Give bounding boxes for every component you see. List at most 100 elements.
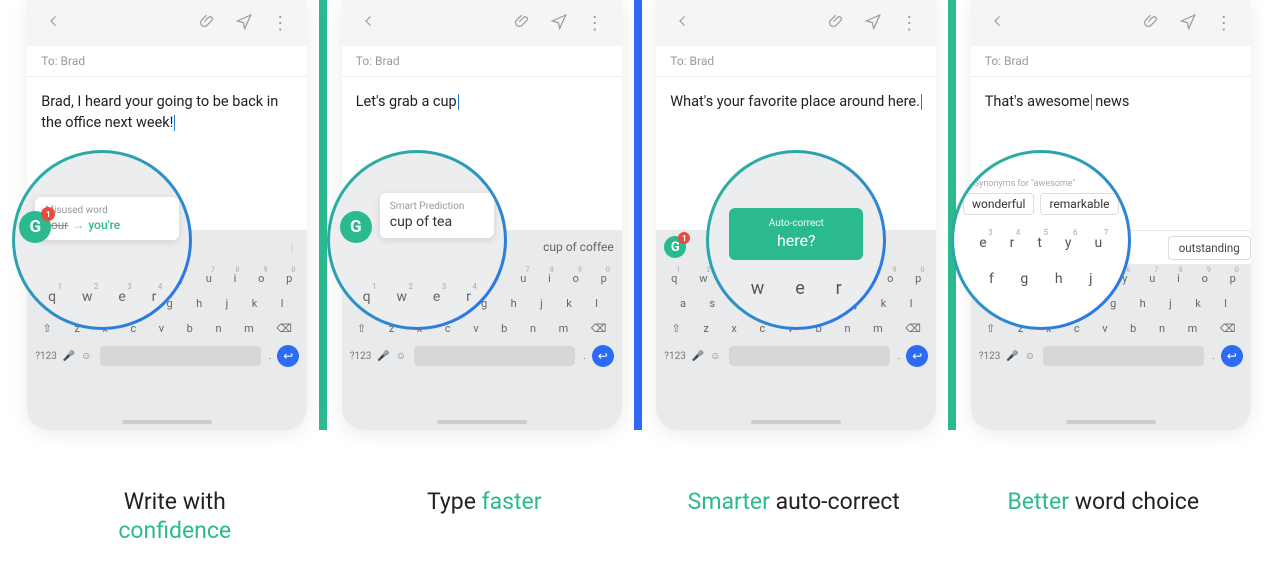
key-b[interactable]: b — [186, 320, 194, 337]
period-key[interactable]: . — [1212, 351, 1215, 362]
key-n[interactable]: n — [843, 320, 851, 337]
message-body[interactable]: Brad, I heard your going to be back in t… — [27, 77, 307, 147]
period-key[interactable]: . — [583, 351, 586, 362]
delete-key[interactable]: ⌫ — [590, 320, 608, 337]
to-field[interactable]: To: Brad — [971, 46, 1251, 77]
key-m[interactable]: m — [1187, 320, 1199, 337]
key-v[interactable]: v — [1101, 320, 1108, 337]
attach-icon[interactable] — [1139, 8, 1165, 39]
key-m[interactable]: m — [243, 320, 255, 337]
key-j[interactable]: j — [1168, 295, 1173, 312]
more-icon[interactable]: ⋮ — [267, 9, 293, 38]
emoji-icon[interactable]: ☺ — [396, 351, 406, 362]
attach-icon[interactable] — [510, 8, 536, 39]
key-w[interactable]: w2 — [698, 270, 708, 287]
key-o[interactable]: o9 — [1201, 270, 1209, 287]
back-icon[interactable] — [985, 8, 1011, 39]
misused-word-card[interactable]: Misused word your → you're — [35, 197, 179, 240]
key-p[interactable]: p0 — [600, 270, 608, 287]
key-k[interactable]: k — [1194, 295, 1202, 312]
key-a[interactable]: a — [679, 295, 687, 312]
emoji-icon[interactable]: ☺ — [1025, 351, 1035, 362]
alt-key[interactable]: ?123 — [350, 351, 372, 362]
key-j[interactable]: j — [225, 295, 230, 312]
grammarly-logo-icon[interactable]: G 1 — [664, 236, 686, 258]
key-p[interactable]: p0 — [1229, 270, 1237, 287]
to-field[interactable]: To: Brad — [656, 46, 936, 77]
key-o[interactable]: o9 — [257, 270, 265, 287]
send-icon[interactable] — [231, 8, 257, 39]
mic-icon[interactable]: 🎤 — [377, 351, 389, 362]
spacebar[interactable] — [100, 346, 261, 366]
back-icon[interactable] — [41, 8, 67, 39]
mic-icon[interactable]: 🎤 — [1006, 351, 1018, 362]
key-b[interactable]: b — [500, 320, 508, 337]
key-j[interactable]: j — [539, 295, 544, 312]
period-key[interactable]: . — [898, 351, 901, 362]
emoji-icon[interactable]: ☺ — [710, 351, 720, 362]
spacebar[interactable] — [729, 346, 890, 366]
more-icon[interactable]: ⋮ — [896, 9, 922, 38]
key-b[interactable]: b — [1129, 320, 1137, 337]
key-k[interactable]: k — [880, 295, 888, 312]
key-l[interactable]: l — [909, 295, 914, 312]
key-n[interactable]: n — [529, 320, 537, 337]
delete-key[interactable]: ⌫ — [904, 320, 922, 337]
period-key[interactable]: . — [269, 351, 272, 362]
key-g[interactable]: g — [1109, 295, 1117, 312]
grammarly-logo-icon[interactable]: G — [340, 211, 372, 243]
key-o[interactable]: o9 — [572, 270, 580, 287]
message-body[interactable]: What's your favorite place around here. — [656, 77, 936, 126]
mic-icon[interactable]: 🎤 — [692, 351, 704, 362]
attach-icon[interactable] — [824, 8, 850, 39]
key-p[interactable]: p0 — [914, 270, 922, 287]
alt-key[interactable]: ?123 — [664, 351, 686, 362]
key-v[interactable]: v — [158, 320, 165, 337]
key-x[interactable]: x — [730, 320, 737, 337]
key-i[interactable]: i8 — [233, 270, 238, 287]
back-icon[interactable] — [356, 8, 382, 39]
key-i[interactable]: i8 — [1176, 270, 1181, 287]
key-k[interactable]: k — [251, 295, 259, 312]
smart-prediction-card[interactable]: Smart Prediction cup of tea — [380, 193, 494, 238]
more-icon[interactable]: ⋮ — [582, 9, 608, 38]
delete-key[interactable]: ⌫ — [1219, 320, 1237, 337]
key-v[interactable]: v — [472, 320, 479, 337]
enter-key[interactable]: ↩ — [906, 345, 928, 367]
key-l[interactable]: l — [1223, 295, 1228, 312]
key-n[interactable]: n — [214, 320, 222, 337]
key-s[interactable]: s — [708, 295, 716, 312]
synonym-chip[interactable]: remarkable — [1040, 193, 1118, 215]
key-h[interactable]: h — [510, 295, 518, 312]
message-body[interactable]: That's awesome news — [971, 77, 1251, 126]
suggestion-right[interactable]: cup of coffee — [543, 240, 614, 254]
key-h[interactable]: h — [195, 295, 203, 312]
send-icon[interactable] — [1175, 8, 1201, 39]
key-l[interactable]: l — [594, 295, 599, 312]
back-icon[interactable] — [670, 8, 696, 39]
key-p[interactable]: p0 — [285, 270, 293, 287]
message-body[interactable]: Let's grab a cup — [342, 77, 622, 126]
enter-key[interactable]: ↩ — [277, 345, 299, 367]
attach-icon[interactable] — [195, 8, 221, 39]
key-n[interactable]: n — [1158, 320, 1166, 337]
autocorrect-card[interactable]: Auto-correct here? — [729, 208, 863, 260]
synonym-chip[interactable]: wonderful — [963, 193, 1034, 215]
shift-key[interactable]: ⇧ — [985, 320, 996, 337]
key-i[interactable]: i8 — [547, 270, 552, 287]
alt-key[interactable]: ?123 — [979, 351, 1001, 362]
key-m[interactable]: m — [558, 320, 570, 337]
shift-key[interactable]: ⇧ — [42, 320, 53, 337]
enter-key[interactable]: ↩ — [592, 345, 614, 367]
key-q[interactable]: q1 — [670, 270, 678, 287]
alt-key[interactable]: ?123 — [35, 351, 57, 362]
grammarly-logo-icon[interactable]: G 1 — [19, 211, 51, 243]
to-field[interactable]: To: Brad — [27, 46, 307, 77]
key-z[interactable]: z — [702, 320, 709, 337]
send-icon[interactable] — [860, 8, 886, 39]
key-h[interactable]: h — [1139, 295, 1147, 312]
key-u[interactable]: u7 — [519, 270, 527, 287]
enter-key[interactable]: ↩ — [1221, 345, 1243, 367]
key-u[interactable]: u7 — [1148, 270, 1156, 287]
spacebar[interactable] — [1043, 346, 1204, 366]
